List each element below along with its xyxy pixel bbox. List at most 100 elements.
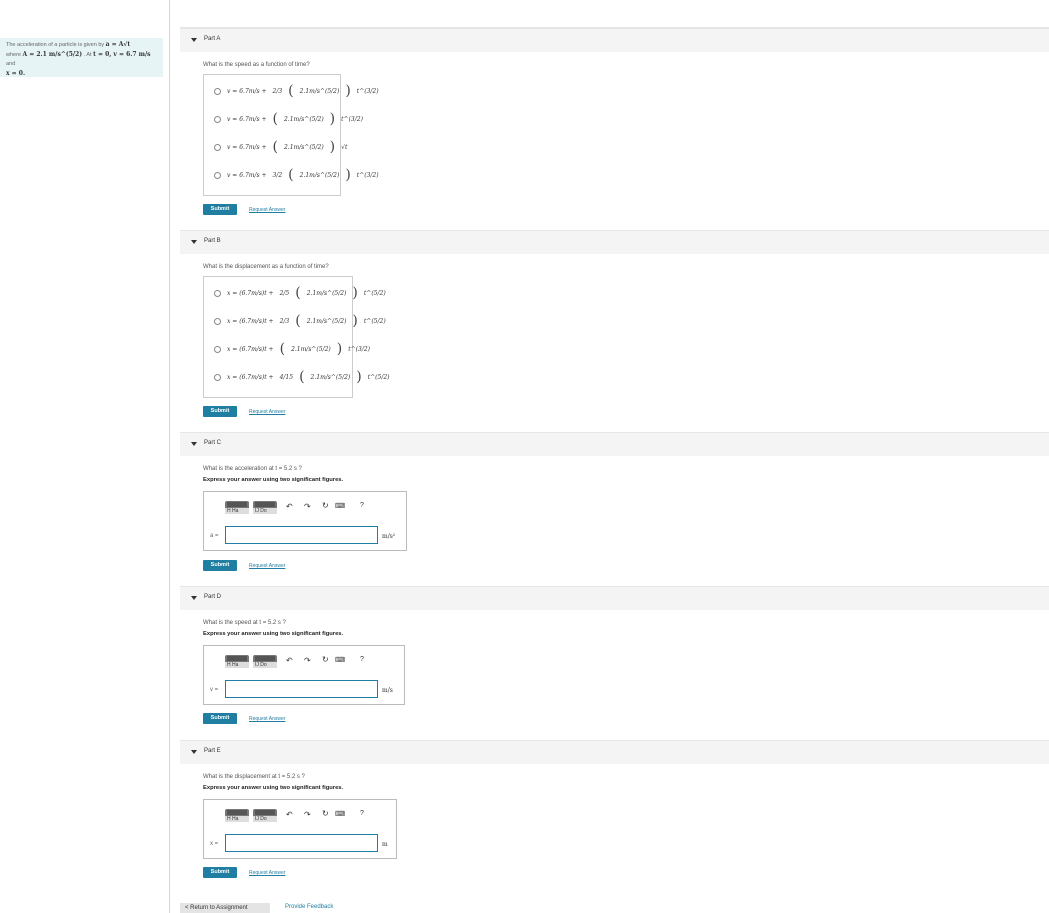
keyboard-icon[interactable]: ⌨ [335, 502, 345, 510]
paren-close: ) [352, 285, 358, 301]
part-b-question: What is the displacement as a function o… [203, 264, 329, 270]
part-e-answer-input[interactable] [225, 834, 378, 852]
part-b-label: Part B [204, 238, 221, 244]
redo-icon[interactable]: ↷ [304, 810, 311, 819]
paren-open: ( [288, 83, 294, 99]
help-icon[interactable]: ? [360, 502, 364, 509]
part-a-header[interactable]: Part A [180, 28, 1049, 52]
choice-lead: v = 6.7m/s + [227, 143, 267, 151]
choice-lead: x = (6.7m/s)t + [227, 317, 274, 325]
paren-open: ( [272, 111, 278, 127]
part-b-choice-3[interactable]: x = (6.7m/s)t + (2.1m/s^(5/2)) t^(3/2) [214, 342, 370, 356]
part-a-choice-3[interactable]: v = 6.7m/s + (2.1m/s^(5/2)) √t [214, 139, 347, 155]
template-button[interactable]: H Ha [225, 809, 249, 822]
part-e-request-answer-link[interactable]: Request Answer [249, 870, 285, 876]
provide-feedback-link[interactable]: Provide Feedback [285, 904, 333, 910]
reset-icon[interactable]: ↻ [322, 655, 329, 664]
choice-coef: 2/5 [279, 289, 290, 297]
part-d-submit-button[interactable]: Submit [203, 713, 237, 724]
part-a-submit-button[interactable]: Submit [203, 204, 237, 215]
part-c-unit: m/s² [382, 533, 396, 540]
part-d-answer-editor: H Ha IJ Do ↶ ↷ ↻ ⌨ ? v = m/s [203, 645, 405, 705]
part-a-choice-1[interactable]: v = 6.7m/s + 2/3 (2.1m/s^(5/2)) t^(3/2) [214, 83, 379, 99]
sidebar: The acceleration of a particle is given … [0, 0, 170, 913]
part-d-answer-input[interactable] [225, 680, 378, 698]
part-b-choice-2[interactable]: x = (6.7m/s)t + 2/3 (2.1m/s^(5/2)) t^(5/2) [214, 313, 386, 329]
part-e-variable-label: x = [210, 841, 219, 847]
collapse-caret-icon[interactable] [191, 38, 197, 42]
part-c-submit-button[interactable]: Submit [203, 560, 237, 571]
paren-close: ) [329, 111, 336, 127]
part-b-header[interactable]: Part B [180, 230, 1049, 254]
choice-pow: t^(3/2) [356, 87, 379, 95]
paren-close: ) [329, 139, 336, 155]
radio-icon[interactable] [214, 373, 221, 381]
part-b-choice-4[interactable]: x = (6.7m/s)t + 4/15 (2.1m/s^(5/2)) t^(5/2… [214, 370, 390, 384]
radio-icon[interactable] [214, 87, 221, 95]
part-e-unit: m [382, 841, 388, 848]
choice-coef: 2/3 [272, 87, 283, 95]
problem-statement: The acceleration of a particle is given … [0, 38, 163, 77]
choice-inner: 2.1m/s^(5/2) [310, 373, 351, 381]
radio-icon[interactable] [214, 115, 221, 123]
problem-text: The acceleration of a particle is given … [6, 42, 105, 48]
keyboard-icon[interactable]: ⌨ [335, 810, 345, 818]
part-a-request-answer-link[interactable]: Request Answer [249, 207, 285, 213]
symbols-button[interactable]: IJ Do [253, 501, 277, 514]
collapse-caret-icon[interactable] [191, 596, 197, 600]
part-d-question: What is the speed at t = 5.2 s ? [203, 620, 286, 626]
radio-icon[interactable] [214, 143, 221, 151]
choice-pow: t^(3/2) [341, 115, 363, 123]
choice-pow: t^(5/2) [367, 373, 390, 381]
template-button[interactable]: H Ha [225, 501, 249, 514]
return-to-assignment-button[interactable]: < Return to Assignment [180, 903, 270, 913]
choice-inner: 2.1m/s^(5/2) [283, 143, 324, 151]
radio-icon[interactable] [214, 345, 221, 353]
part-a-choice-2[interactable]: v = 6.7m/s + (2.1m/s^(5/2)) t^(3/2) [214, 111, 363, 127]
part-b-request-answer-link[interactable]: Request Answer [249, 409, 285, 415]
paren-open: ( [295, 313, 301, 329]
symbols-button[interactable]: IJ Do [253, 809, 277, 822]
part-c-answer-input[interactable] [225, 526, 378, 544]
part-a-choice-4[interactable]: v = 6.7m/s + 3/2 (2.1m/s^(5/2)) t^(3/2) [214, 167, 379, 183]
paren-open: ( [288, 167, 294, 183]
part-c-answer-editor: H Ha IJ Do ↶ ↷ ↻ ⌨ ? a = m/s² [203, 491, 407, 551]
part-c-header[interactable]: Part C [180, 432, 1049, 456]
collapse-caret-icon[interactable] [191, 442, 197, 446]
reset-icon[interactable]: ↻ [322, 809, 329, 818]
part-c-request-answer-link[interactable]: Request Answer [249, 563, 285, 569]
undo-icon[interactable]: ↶ [286, 502, 293, 511]
template-button[interactable]: H Ha [225, 655, 249, 668]
part-b-submit-button[interactable]: Submit [203, 406, 237, 417]
help-icon[interactable]: ? [360, 656, 364, 663]
problem-x0: x = 0. [6, 70, 26, 77]
collapse-caret-icon[interactable] [191, 750, 197, 754]
choice-inner: 2.1m/s^(5/2) [291, 345, 331, 353]
symbols-button[interactable]: IJ Do [253, 655, 277, 668]
radio-icon[interactable] [214, 289, 221, 297]
part-e-submit-button[interactable]: Submit [203, 867, 237, 878]
undo-icon[interactable]: ↶ [286, 810, 293, 819]
part-c-label: Part C [204, 440, 222, 446]
redo-icon[interactable]: ↷ [304, 502, 311, 511]
choice-lead: v = 6.7m/s + [227, 115, 267, 123]
choice-pow: t^(3/2) [356, 171, 379, 179]
part-b-choice-1[interactable]: x = (6.7m/s)t + 2/5 (2.1m/s^(5/2)) t^(5/2) [214, 285, 386, 301]
choice-lead: x = (6.7m/s)t + [227, 373, 274, 381]
part-c-variable-label: a = [210, 533, 219, 539]
help-icon[interactable]: ? [360, 810, 364, 817]
choice-coef: 2/3 [279, 317, 290, 325]
undo-icon[interactable]: ↶ [286, 656, 293, 665]
radio-icon[interactable] [214, 317, 221, 325]
part-d-header[interactable]: Part D [180, 586, 1049, 610]
part-d-variable-label: v = [210, 687, 219, 693]
reset-icon[interactable]: ↻ [322, 501, 329, 510]
part-d-request-answer-link[interactable]: Request Answer [249, 716, 285, 722]
part-e-header[interactable]: Part E [180, 740, 1049, 764]
collapse-caret-icon[interactable] [191, 240, 197, 244]
radio-icon[interactable] [214, 171, 221, 179]
choice-lead: v = 6.7m/s + [227, 171, 267, 179]
keyboard-icon[interactable]: ⌨ [335, 656, 345, 664]
redo-icon[interactable]: ↷ [304, 656, 311, 665]
part-c-instruction: Express your answer using two significan… [203, 477, 344, 483]
